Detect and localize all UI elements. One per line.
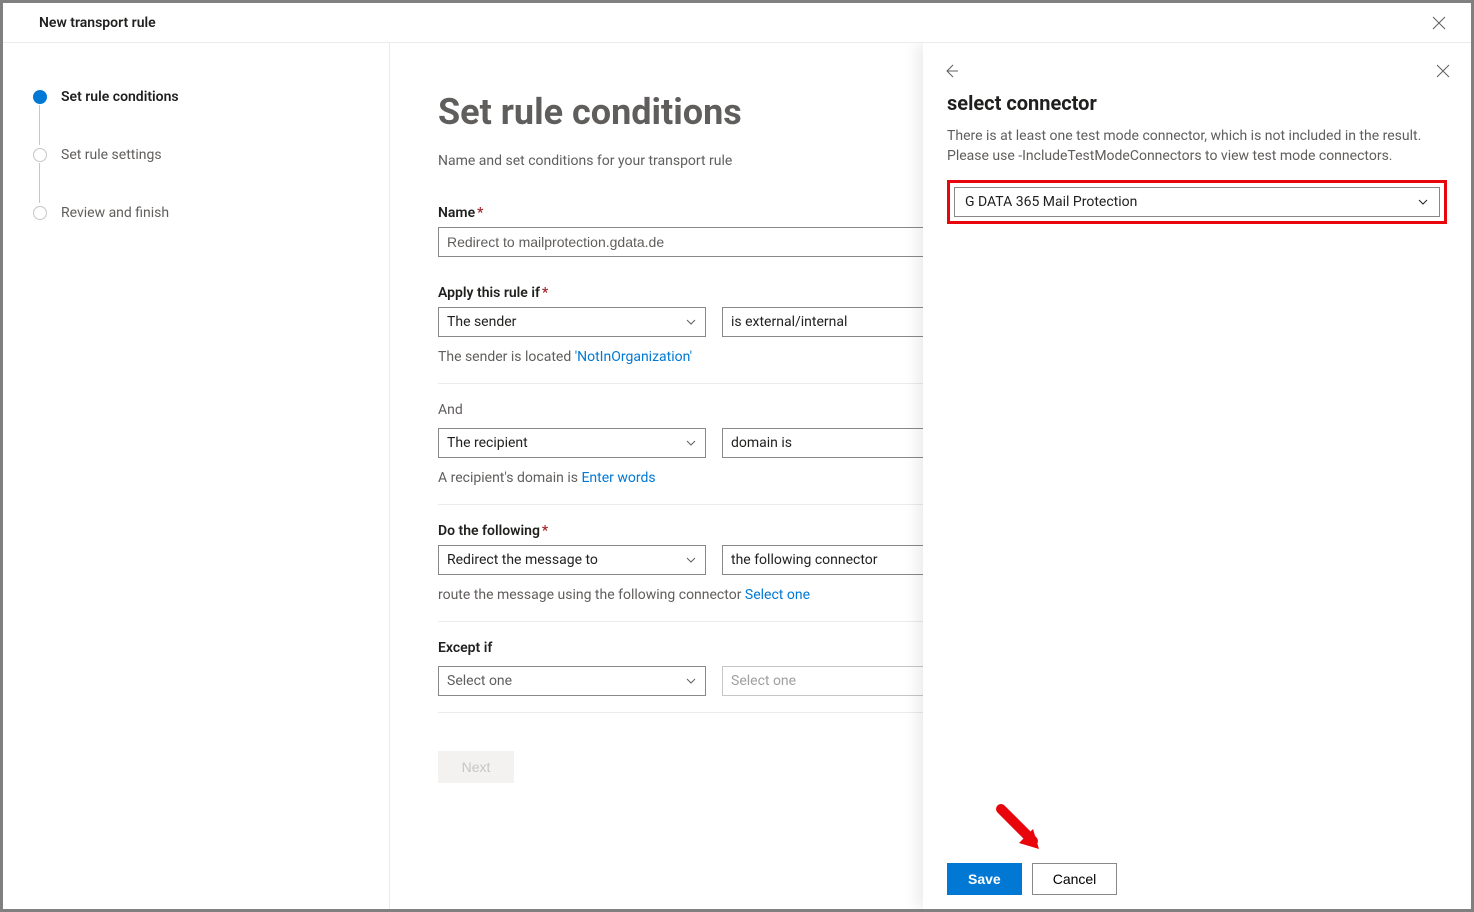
flyout-description: There is at least one test mode connecto… <box>947 127 1447 166</box>
step-label: Review and finish <box>61 205 169 221</box>
step-dot-icon <box>33 206 47 220</box>
helper-prefix: A recipient's domain is <box>438 470 581 486</box>
step-label: Set rule conditions <box>61 89 179 105</box>
dialog-body: Set rule conditions Set rule settings Re… <box>3 43 1471 909</box>
do-label-text: Do the following <box>438 523 540 539</box>
dropdown-value: The recipient <box>447 435 528 451</box>
dropdown-value: G DATA 365 Mail Protection <box>965 194 1137 210</box>
dropdown-value: domain is <box>731 435 792 451</box>
apply-if-condition-dropdown[interactable]: The sender <box>438 307 706 337</box>
sender-location-link[interactable]: 'NotInOrganization' <box>575 349 692 365</box>
cancel-button[interactable]: Cancel <box>1032 863 1118 895</box>
highlight-annotation: G DATA 365 Mail Protection <box>947 180 1447 224</box>
dropdown-value: is external/internal <box>731 314 847 330</box>
separator <box>438 712 998 713</box>
do-action-dropdown[interactable]: Redirect the message to <box>438 545 706 575</box>
dropdown-value: The sender <box>447 314 516 330</box>
chevron-down-icon <box>685 437 697 449</box>
dialog-window: New transport rule Set rule conditions S… <box>3 3 1471 909</box>
name-label-text: Name <box>438 205 475 221</box>
step-label: Set rule settings <box>61 147 162 163</box>
helper-prefix: route the message using the following co… <box>438 587 745 603</box>
connector-dropdown[interactable]: G DATA 365 Mail Protection <box>954 187 1440 217</box>
select-connector-panel: select connector There is at least one t… <box>923 43 1471 909</box>
back-arrow-icon[interactable] <box>939 59 963 83</box>
step-nav: Set rule conditions Set rule settings Re… <box>3 43 389 909</box>
step-review-and-finish[interactable]: Review and finish <box>33 201 369 225</box>
chevron-down-icon <box>685 554 697 566</box>
connector-select-link[interactable]: Select one <box>745 587 810 603</box>
flyout-footer: Save Cancel <box>923 848 1471 909</box>
chevron-down-icon <box>1417 196 1429 208</box>
separator <box>438 383 998 384</box>
chevron-down-icon <box>685 675 697 687</box>
flyout-body: select connector There is at least one t… <box>923 83 1471 848</box>
rule-name-input[interactable] <box>438 227 998 257</box>
required-asterisk: * <box>542 523 548 539</box>
step-set-rule-settings[interactable]: Set rule settings <box>33 143 369 167</box>
step-dot-icon <box>33 90 47 104</box>
separator <box>438 621 998 622</box>
dropdown-value: Select one <box>731 673 796 689</box>
required-asterisk: * <box>477 205 483 221</box>
close-icon[interactable] <box>1431 59 1455 83</box>
recipient-domain-link[interactable]: Enter words <box>581 470 655 486</box>
dropdown-value: Redirect the message to <box>447 552 598 568</box>
and-condition-dropdown[interactable]: The recipient <box>438 428 706 458</box>
save-button[interactable]: Save <box>947 863 1022 895</box>
flyout-header <box>923 43 1471 83</box>
step-set-rule-conditions[interactable]: Set rule conditions <box>33 85 369 109</box>
helper-prefix: The sender is located <box>438 349 575 365</box>
required-asterisk: * <box>542 285 548 301</box>
apply-if-label-text: Apply this rule if <box>438 285 540 301</box>
dropdown-value: Select one <box>447 673 512 689</box>
flyout-title: select connector <box>947 91 1447 115</box>
except-if-condition-dropdown[interactable]: Select one <box>438 666 706 696</box>
close-icon[interactable] <box>1423 7 1455 39</box>
separator <box>438 504 998 505</box>
dialog-titlebar: New transport rule <box>3 3 1471 43</box>
dialog-title: New transport rule <box>39 15 156 31</box>
dropdown-value: the following connector <box>731 552 878 568</box>
next-button: Next <box>438 751 514 783</box>
step-dot-icon <box>33 148 47 162</box>
chevron-down-icon <box>685 316 697 328</box>
